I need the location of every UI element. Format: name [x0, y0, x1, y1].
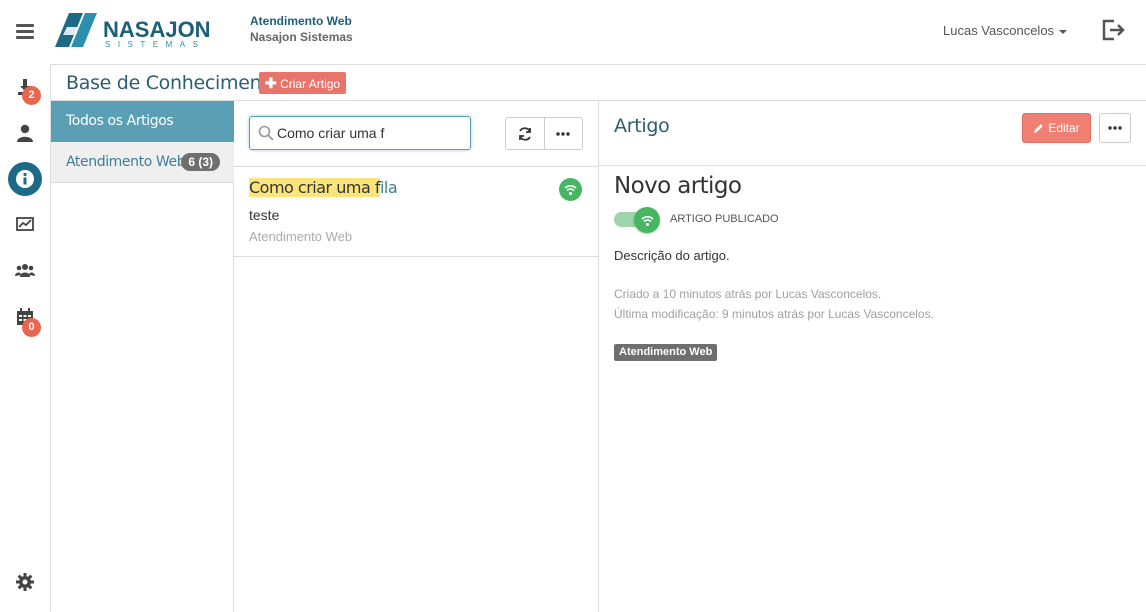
knowledge-base-info-icon[interactable]: [8, 162, 42, 196]
article-title[interactable]: Como criar uma fila: [249, 178, 398, 197]
category-label: Atendimento Web: [66, 154, 186, 170]
article-description: teste: [249, 207, 280, 223]
detail-heading: Artigo: [614, 115, 670, 137]
menu-icon[interactable]: [16, 24, 34, 39]
article-title-rest: ila: [379, 178, 398, 197]
plus-icon: ✚: [265, 75, 277, 91]
category-all-articles[interactable]: Todos os Artigos: [51, 101, 234, 142]
logout-icon[interactable]: [1101, 18, 1127, 42]
gear-icon[interactable]: [12, 569, 38, 595]
category-atendimento-web[interactable]: Atendimento Web 6 (3): [51, 142, 234, 183]
user-name-label: Lucas Vasconcelos: [943, 23, 1055, 38]
search-icon: [258, 125, 274, 141]
pencil-icon: [1034, 123, 1044, 133]
publish-status-label: ARTIGO PUBLICADO: [670, 213, 779, 225]
nasajon-logo[interactable]: NASAJON SISTEMAS: [55, 13, 225, 49]
page-title: Base de Conhecimento: [66, 72, 280, 94]
icon-sidebar: 2 0: [0, 64, 50, 611]
search-highlight: Como criar uma f: [249, 178, 380, 197]
top-bar: NASAJON SISTEMAS Atendimento Web Nasajon…: [0, 0, 1146, 64]
list-actions: [505, 117, 583, 150]
page-header: Base de Conhecimento ✚ Criar Artigo: [51, 65, 1146, 101]
modified-info: Última modificação: 9 minutos atrás por …: [614, 307, 934, 321]
article-category: Atendimento Web: [249, 229, 353, 244]
calendar-badge: 0: [22, 318, 41, 337]
category-count-badge: 6 (3): [181, 153, 220, 171]
published-wifi-icon: [634, 207, 660, 233]
app-title: Atendimento Web: [250, 14, 352, 28]
divider: [599, 165, 1146, 166]
article-list-item[interactable]: Como criar uma fila teste Atendimento We…: [234, 167, 598, 257]
user-menu[interactable]: Lucas Vasconcelos: [943, 23, 1068, 38]
search-input[interactable]: [277, 123, 465, 143]
user-icon[interactable]: [12, 120, 38, 146]
create-article-label: Criar Artigo: [280, 77, 341, 91]
brand-name-text: NASAJON: [103, 17, 211, 42]
chart-icon[interactable]: [12, 211, 38, 237]
refresh-button[interactable]: [506, 118, 544, 149]
ellipsis-icon: [556, 131, 571, 136]
main-content: Base de Conhecimento ✚ Criar Artigo Todo…: [50, 64, 1146, 612]
category-list: Todos os Artigos Atendimento Web 6 (3): [51, 101, 234, 612]
detail-more-button[interactable]: [1099, 113, 1131, 143]
refresh-icon: [519, 126, 531, 141]
downloads-badge: 2: [22, 86, 41, 105]
edit-button-label: Editar: [1048, 121, 1080, 135]
published-wifi-icon: [559, 178, 582, 201]
article-title-heading: Novo artigo: [614, 173, 742, 199]
brand-sub-text: SISTEMAS: [105, 40, 205, 49]
article-detail-panel: Artigo Editar Novo artigo ARTIGO PUBLICA…: [599, 101, 1146, 612]
search-field[interactable]: [249, 116, 471, 150]
category-tag: Atendimento Web: [614, 344, 718, 361]
company-name: Nasajon Sistemas: [250, 30, 353, 44]
category-label: Todos os Artigos: [66, 113, 174, 129]
edit-button[interactable]: Editar: [1022, 113, 1091, 143]
more-options-button[interactable]: [543, 118, 582, 149]
created-info: Criado a 10 minutos atrás por Lucas Vasc…: [614, 287, 882, 301]
create-article-button[interactable]: ✚ Criar Artigo: [259, 72, 347, 94]
article-list-panel: Como criar uma fila teste Atendimento We…: [234, 101, 599, 612]
caret-down-icon: [1059, 29, 1068, 34]
publish-toggle[interactable]: [614, 207, 660, 233]
ellipsis-icon: [1108, 126, 1122, 130]
users-group-icon[interactable]: [12, 257, 38, 283]
article-body: Descrição do artigo.: [614, 248, 730, 263]
